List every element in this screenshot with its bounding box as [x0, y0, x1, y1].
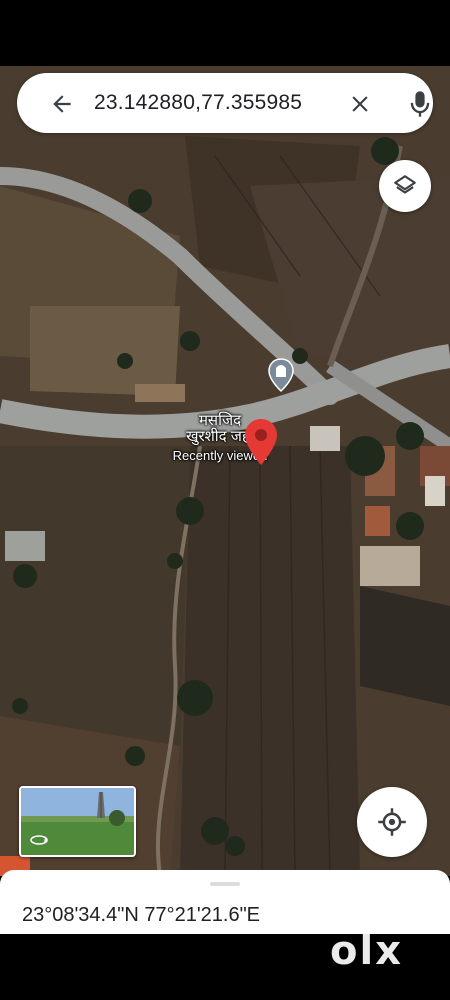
- olx-watermark: olx: [330, 928, 403, 974]
- drag-handle[interactable]: [210, 882, 240, 886]
- coordinates-text: 23°08'34.4"N 77°21'21.6"E: [22, 904, 261, 926]
- street-view-thumbnail[interactable]: [19, 786, 136, 857]
- bottom-sheet[interactable]: 23°08'34.4"N 77°21'21.6"E: [0, 870, 450, 934]
- arrow-left-icon[interactable]: [49, 91, 75, 117]
- mosque-poi-icon[interactable]: [268, 358, 294, 393]
- search-input[interactable]: 23.142880,77.355985: [94, 91, 302, 115]
- layers-button[interactable]: [379, 160, 431, 212]
- search-bar[interactable]: 23.142880,77.355985: [17, 73, 433, 133]
- close-icon[interactable]: [347, 91, 373, 117]
- my-location-button[interactable]: [357, 787, 427, 857]
- layers-icon: [394, 175, 416, 194]
- location-pin-icon[interactable]: [244, 418, 278, 466]
- microphone-icon[interactable]: [406, 89, 434, 119]
- my-location-icon: [378, 808, 406, 836]
